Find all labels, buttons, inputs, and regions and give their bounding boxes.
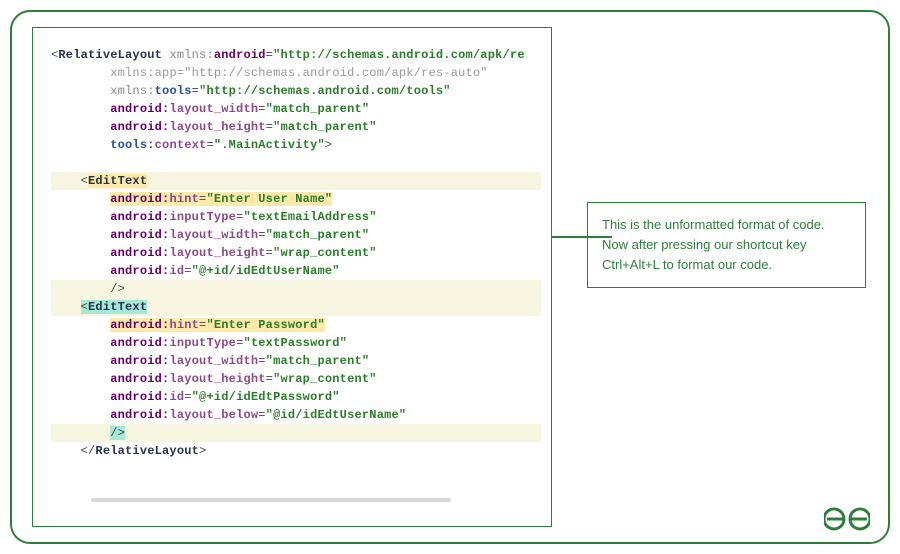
code-line: android:layout_width="match_parent" <box>51 352 541 370</box>
code-line: android:layout_below="@id/idEdtUserName" <box>51 406 541 424</box>
code-line: android:hint="Enter User Name" <box>51 190 541 208</box>
code-line: </RelativeLayout> <box>51 442 541 460</box>
code-line: tools:context=".MainActivity"> <box>51 136 541 154</box>
code-line: /> <box>51 280 541 298</box>
code-line: android:inputType="textPassword" <box>51 334 541 352</box>
code-line: xmlns:app="http://schemas.android.com/ap… <box>51 64 541 82</box>
code-line: android:layout_height="wrap_content" <box>51 244 541 262</box>
geeksforgeeks-logo-icon <box>824 504 870 534</box>
scrollbar-horizontal[interactable] <box>91 498 451 502</box>
code-line: android:layout_height="match_parent" <box>51 118 541 136</box>
annotation-line: Now after pressing our shortcut key <box>602 235 851 255</box>
code-line: /> <box>51 424 541 442</box>
annotation-line: This is the unformatted format of code. <box>602 215 851 235</box>
code-line: android:hint="Enter Password" <box>51 316 541 334</box>
code-line: android:id="@+id/idEdtUserName" <box>51 262 541 280</box>
document-frame: <RelativeLayout xmlns:android="http://sc… <box>10 10 890 544</box>
annotation-box: This is the unformatted format of code. … <box>587 202 866 288</box>
code-line: <EditText <box>51 298 541 316</box>
code-line: <RelativeLayout xmlns:android="http://sc… <box>51 46 541 64</box>
code-line: android:layout_width="match_parent" <box>51 100 541 118</box>
code-panel: <RelativeLayout xmlns:android="http://sc… <box>32 27 552 527</box>
code-line: android:layout_height="wrap_content" <box>51 370 541 388</box>
code-line: android:id="@+id/idEdtPassword" <box>51 388 541 406</box>
code-line: android:layout_width="match_parent" <box>51 226 541 244</box>
code-line: <EditText <box>51 172 541 190</box>
code-line <box>51 154 541 172</box>
annotation-line: Ctrl+Alt+L to format our code. <box>602 255 851 275</box>
code-line: android:inputType="textEmailAddress" <box>51 208 541 226</box>
code-line: xmlns:tools="http://schemas.android.com/… <box>51 82 541 100</box>
